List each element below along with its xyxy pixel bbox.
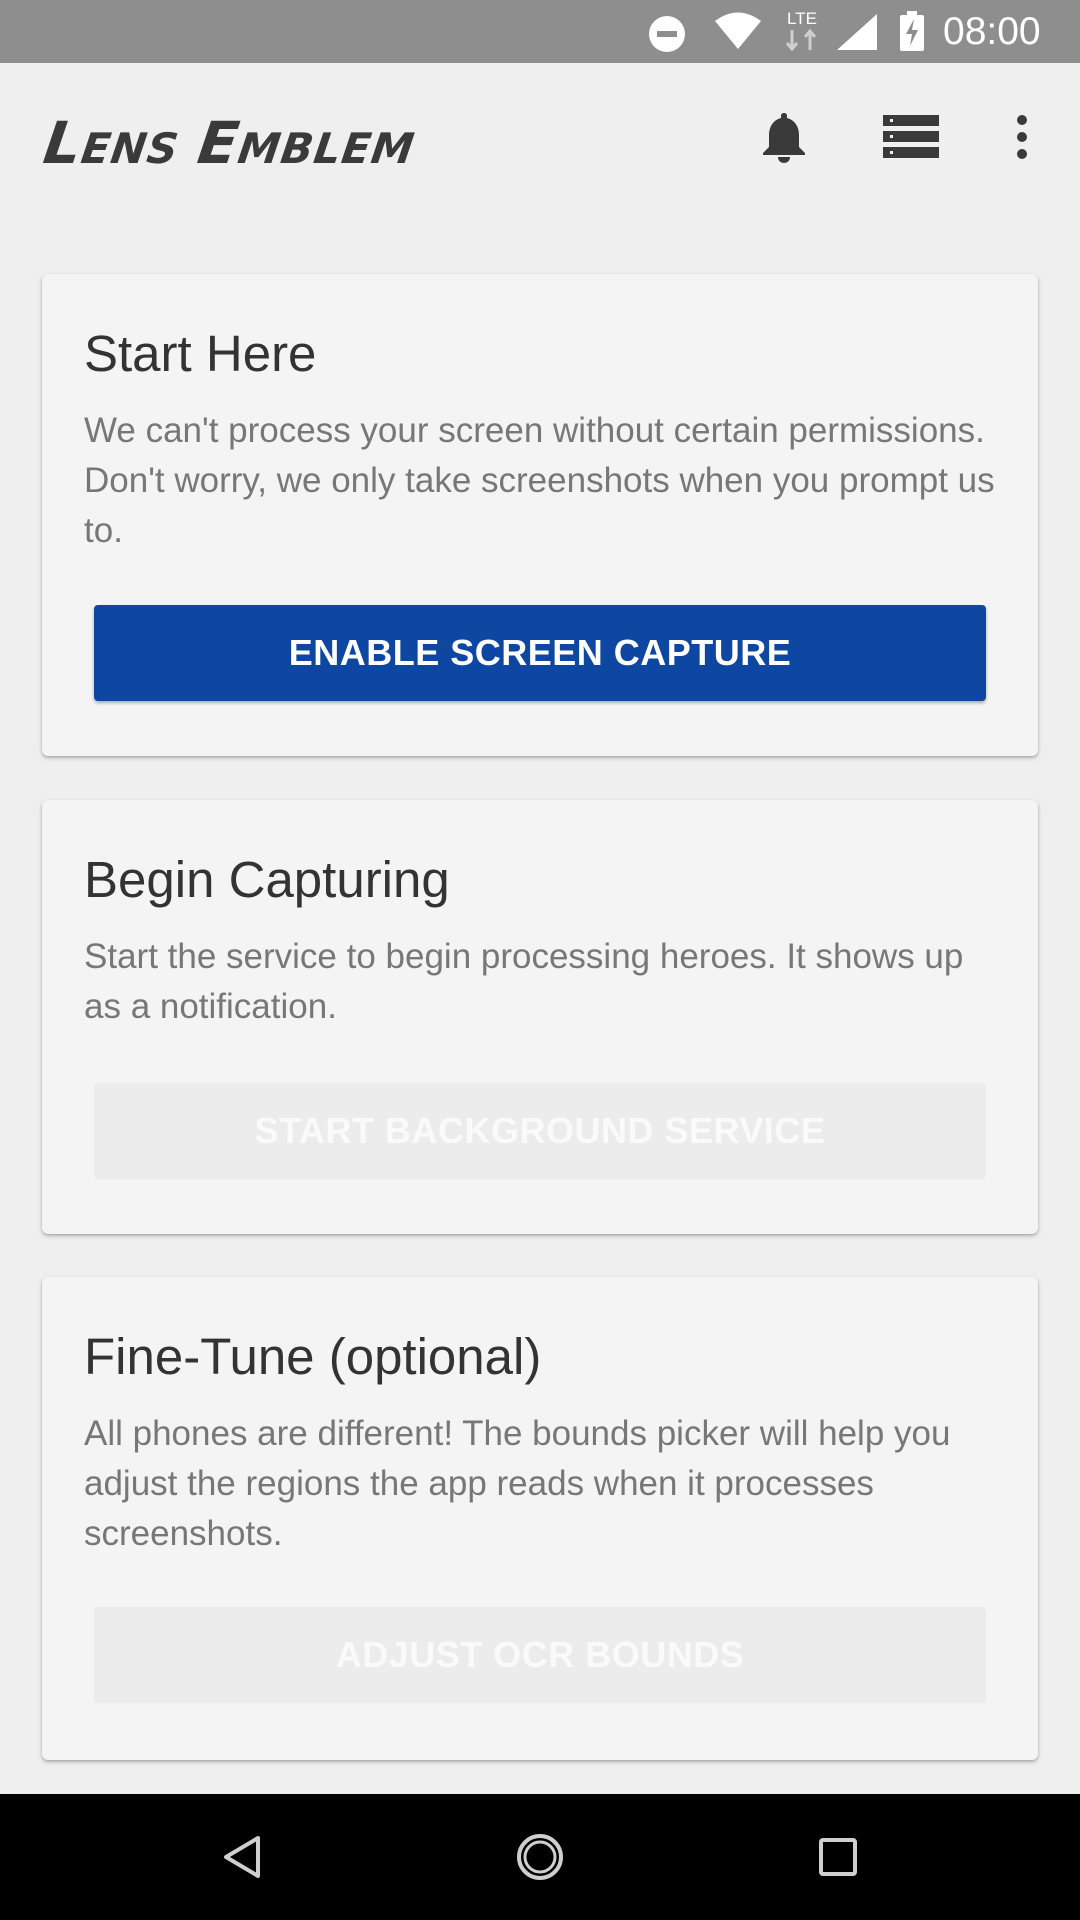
cell-signal-icon xyxy=(837,14,877,50)
status-time: 08:00 xyxy=(943,10,1041,53)
enable-screen-capture-button[interactable]: ENABLE SCREEN CAPTURE xyxy=(94,605,986,701)
card-title: Fine-Tune (optional) xyxy=(84,1328,542,1385)
system-nav-bar xyxy=(0,1794,1080,1920)
lte-icon: LTE xyxy=(785,9,817,52)
card-body: All phones are different! The bounds pic… xyxy=(84,1414,951,1553)
card-body: We can't process your screen without cer… xyxy=(84,411,995,550)
card-title: Begin Capturing xyxy=(84,851,450,908)
battery-charging-icon xyxy=(900,11,924,51)
wifi-icon xyxy=(715,12,761,49)
adjust-ocr-bounds-button[interactable]: ADJUST OCR BOUNDS xyxy=(94,1607,986,1703)
app-title-logo: LENS EMBLEM xyxy=(39,109,418,177)
card-start-here: Start Here We can't process your screen … xyxy=(42,274,1038,756)
svg-text:LTE: LTE xyxy=(787,9,817,28)
more-vert-icon[interactable] xyxy=(1000,107,1044,167)
app-screen: LTE 08:00 LENS EMBLEM Start Here We can'… xyxy=(0,0,1080,1920)
list-icon[interactable] xyxy=(881,107,941,167)
start-background-service-button[interactable]: START BACKGROUND SERVICE xyxy=(94,1083,986,1179)
home-icon[interactable] xyxy=(510,1827,570,1887)
notifications-bell-icon[interactable] xyxy=(754,107,814,167)
card-begin-capturing: Begin Capturing Start the service to beg… xyxy=(42,800,1038,1234)
card-body: Start the service to begin processing he… xyxy=(84,937,964,1026)
do-not-disturb-icon xyxy=(649,16,685,52)
back-icon[interactable] xyxy=(212,1827,272,1887)
card-fine-tune: Fine-Tune (optional) All phones are diff… xyxy=(42,1277,1038,1760)
recents-icon[interactable] xyxy=(808,1827,868,1887)
card-title: Start Here xyxy=(84,325,317,382)
status-bar: LTE 08:00 xyxy=(0,0,1080,63)
app-bar: LENS EMBLEM xyxy=(0,63,1080,217)
